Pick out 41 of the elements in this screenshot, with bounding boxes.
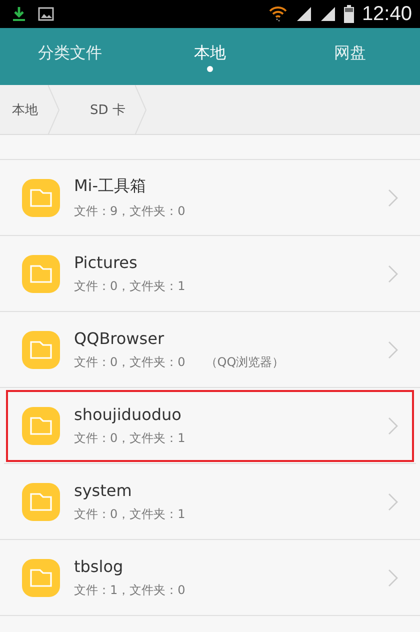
folder-info: 文件：0，文件夹：1	[74, 278, 186, 294]
folder-icon	[22, 330, 60, 368]
chevron-right-icon	[388, 416, 398, 434]
folder-icon	[22, 558, 60, 596]
chevron-right-icon	[388, 568, 398, 586]
folder-icon	[22, 406, 60, 444]
battery-icon	[344, 5, 354, 23]
folder-name: QQBrowser	[74, 328, 166, 348]
folder-name: shoujiduoduo	[74, 404, 182, 424]
folder-name: system	[74, 480, 133, 500]
folder-row[interactable]: system 文件：0，文件夹：1	[0, 464, 420, 540]
folder-name: tbslog	[74, 556, 124, 576]
chevron-right-icon	[388, 264, 398, 282]
tab[interactable]: 本地	[140, 28, 280, 85]
folder-row[interactable]: tbslog 文件：1，文件夹：0	[0, 540, 420, 616]
folder-row[interactable]: QQBrowser 文件：0，文件夹：0 （QQ浏览器）	[0, 312, 420, 388]
folder-info: 文件：0，文件夹：1	[74, 506, 186, 522]
folder-icon	[22, 178, 60, 216]
download-icon	[12, 6, 26, 22]
image-icon	[38, 7, 54, 21]
clock-time: 12:40	[362, 2, 412, 26]
folder-icon	[22, 482, 60, 520]
chevron-right-icon	[388, 188, 398, 206]
signal-icon	[320, 6, 336, 22]
folder-name: Mi-工具箱	[74, 176, 148, 196]
chevron-right-icon	[388, 340, 398, 358]
folder-name: Pictures	[74, 252, 138, 272]
breadcrumb-item[interactable]: 本地	[0, 85, 60, 134]
folder-info: 文件：1，文件夹：0	[74, 582, 186, 598]
folder-note: （QQ浏览器）	[205, 354, 284, 370]
folder-row[interactable]: Pictures 文件：0，文件夹：1	[0, 236, 420, 312]
folder-row[interactable]: shoujiduoduo 文件：0，文件夹：1	[4, 388, 416, 464]
breadcrumb-item[interactable]: SD 卡	[60, 85, 148, 134]
signal-icon	[296, 6, 312, 22]
folder-info: 文件：9，文件夹：0	[74, 202, 186, 220]
folder-icon	[22, 254, 60, 292]
wifi-icon	[268, 4, 288, 24]
folder-row[interactable]: Mi-工具箱 文件：9，文件夹：0	[0, 160, 420, 236]
chevron-right-icon	[388, 492, 398, 510]
folder-info: 文件：0，文件夹：0	[74, 354, 186, 370]
folder-info: 文件：0，文件夹：1	[74, 430, 186, 446]
